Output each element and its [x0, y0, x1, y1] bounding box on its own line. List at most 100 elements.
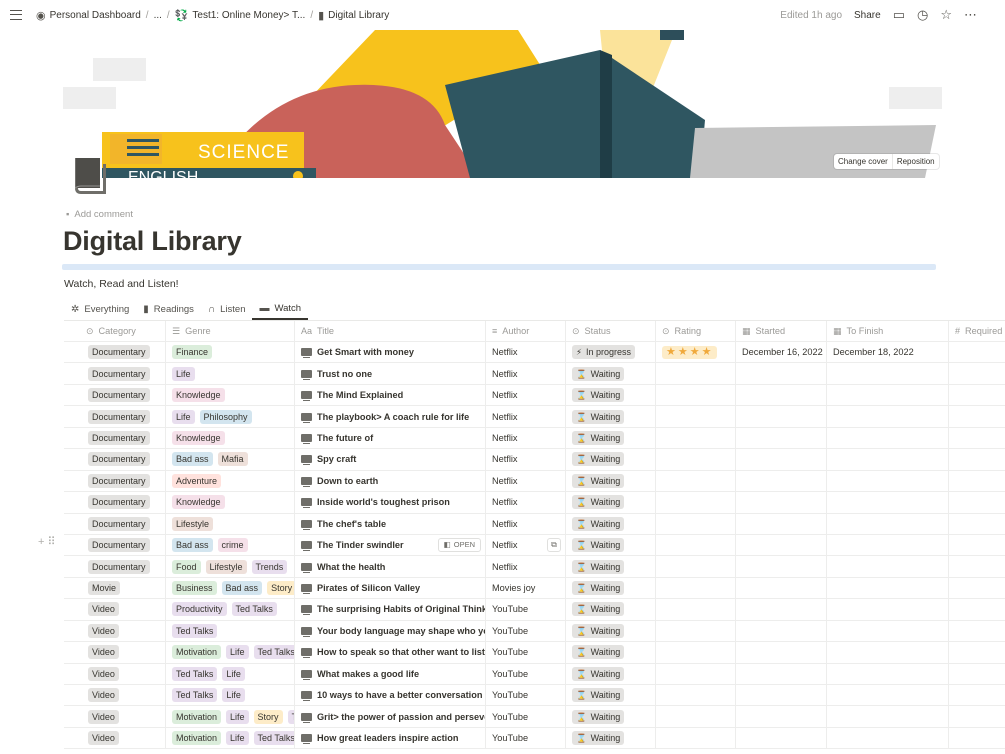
- required-cell[interactable]: [949, 556, 1005, 576]
- title-cell[interactable]: Down to earth: [295, 470, 486, 492]
- rating-cell[interactable]: [656, 663, 736, 684]
- column-header-author[interactable]: ≡ Author: [486, 321, 566, 341]
- status-cell[interactable]: ⌛ Waiting: [566, 556, 656, 577]
- table-row[interactable]: Documentary Knowledge The Mind Explained Ne…: [64, 384, 1005, 407]
- required-cell[interactable]: [949, 492, 1005, 512]
- table-row[interactable]: Documentary Life Philosophy The playbook> A…: [64, 406, 1005, 428]
- title-cell[interactable]: Your body language may shape who you: [295, 620, 486, 642]
- required-cell[interactable]: [949, 406, 1005, 426]
- category-cell[interactable]: Documentary: [64, 384, 166, 406]
- status-cell[interactable]: ⌛ Waiting: [566, 427, 656, 449]
- table-row[interactable]: Documentary Finance Get Smart with money Ne…: [64, 342, 1005, 364]
- required-cell[interactable]: [949, 449, 1005, 469]
- finish-date-cell[interactable]: [827, 577, 949, 599]
- rating-cell[interactable]: [656, 599, 736, 620]
- started-date-cell[interactable]: [736, 642, 827, 663]
- breadcrumb-item-ellipsis[interactable]: ...: [154, 10, 162, 21]
- required-cell[interactable]: [949, 514, 1005, 534]
- finish-date-cell[interactable]: [827, 685, 949, 706]
- category-cell[interactable]: Video: [64, 620, 166, 642]
- finish-date-cell[interactable]: [827, 492, 949, 513]
- finish-date-cell[interactable]: [827, 427, 949, 449]
- genre-cell[interactable]: Ted Talks: [166, 620, 295, 642]
- copy-icon[interactable]: ⧉: [547, 537, 561, 552]
- book-icon[interactable]: [72, 156, 108, 196]
- started-date-cell[interactable]: [736, 492, 827, 513]
- author-cell[interactable]: Netflix: [486, 427, 566, 449]
- title-cell[interactable]: Grit> the power of passion and persevera…: [295, 706, 486, 727]
- tab-listen[interactable]: ∩ Listen: [201, 298, 253, 320]
- rating-cell[interactable]: [656, 727, 736, 749]
- category-cell[interactable]: Documentary: [64, 492, 166, 513]
- started-date-cell[interactable]: [736, 363, 827, 384]
- category-cell[interactable]: Video: [64, 685, 166, 706]
- column-header-started[interactable]: ▦ Started: [736, 321, 827, 341]
- author-cell[interactable]: Netflix: [486, 492, 566, 513]
- column-header-genre[interactable]: ☰ Genre: [166, 321, 295, 341]
- status-cell[interactable]: ⌛ Waiting: [566, 534, 656, 556]
- started-date-cell[interactable]: [736, 727, 827, 749]
- finish-date-cell[interactable]: [827, 642, 949, 663]
- finish-date-cell[interactable]: [827, 449, 949, 470]
- started-date-cell[interactable]: December 16, 2022: [736, 342, 827, 363]
- table-row[interactable]: Documentary Knowledge The future of Netflix…: [64, 427, 1005, 450]
- required-cell[interactable]: [949, 599, 1005, 619]
- table-row[interactable]: Documentary Adventure Down to earth Netflix…: [64, 470, 1005, 493]
- open-button[interactable]: ◧ OPEN: [437, 537, 481, 552]
- breadcrumb-item-dashboard[interactable]: ◉ Personal Dashboard: [36, 9, 141, 22]
- finish-date-cell[interactable]: [827, 513, 949, 534]
- started-date-cell[interactable]: [736, 685, 827, 706]
- started-date-cell[interactable]: [736, 427, 827, 449]
- rating-cell[interactable]: [656, 406, 736, 427]
- genre-cell[interactable]: Motivation Life Ted Talks: [166, 642, 295, 663]
- rating-cell[interactable]: [656, 534, 736, 556]
- category-cell[interactable]: Documentary: [64, 556, 166, 577]
- required-cell[interactable]: [949, 664, 1005, 684]
- table-row[interactable]: Video Ted Talks Life What makes a good life…: [64, 663, 1005, 685]
- category-cell[interactable]: Documentary: [64, 406, 166, 427]
- required-cell[interactable]: [949, 621, 1005, 641]
- started-date-cell[interactable]: [736, 599, 827, 620]
- title-cell[interactable]: What the health: [295, 556, 486, 577]
- finish-date-cell[interactable]: [827, 663, 949, 684]
- genre-cell[interactable]: Lifestyle: [166, 513, 295, 534]
- table-row[interactable]: Video Motivation Life Ted Talks How to speak…: [64, 642, 1005, 664]
- status-cell[interactable]: ⌛ Waiting: [566, 642, 656, 663]
- genre-cell[interactable]: Ted Talks Life: [166, 663, 295, 684]
- rating-cell[interactable]: [656, 556, 736, 577]
- table-row[interactable]: Documentary Lifestyle The chef's table Netf…: [64, 513, 1005, 535]
- genre-cell[interactable]: Bad ass crime: [166, 534, 295, 556]
- reposition-button[interactable]: Reposition: [891, 154, 939, 169]
- add-comment-button[interactable]: ▪ Add comment: [66, 209, 133, 220]
- clock-icon[interactable]: ◷: [917, 7, 928, 23]
- rating-cell[interactable]: [656, 427, 736, 449]
- category-cell[interactable]: Video: [64, 642, 166, 663]
- table-row[interactable]: Movie Business Bad ass Story Pirates of Sili…: [64, 577, 1005, 600]
- table-row[interactable]: Documentary Food Lifestyle Trends What the h…: [64, 556, 1005, 578]
- status-cell[interactable]: ⌛ Waiting: [566, 384, 656, 406]
- category-cell[interactable]: Documentary: [64, 427, 166, 449]
- genre-cell[interactable]: Knowledge: [166, 384, 295, 406]
- finish-date-cell[interactable]: [827, 534, 949, 556]
- rating-cell[interactable]: [656, 685, 736, 706]
- required-cell[interactable]: [949, 642, 1005, 662]
- rating-cell[interactable]: [656, 470, 736, 492]
- rating-cell[interactable]: [656, 706, 736, 727]
- status-cell[interactable]: ⌛ Waiting: [566, 363, 656, 384]
- status-cell[interactable]: ⌛ Waiting: [566, 685, 656, 706]
- genre-cell[interactable]: Motivation Life Ted Talks: [166, 727, 295, 749]
- drag-handle-icon[interactable]: + ⠿: [38, 535, 56, 548]
- started-date-cell[interactable]: [736, 577, 827, 599]
- author-cell[interactable]: Netflix: [486, 513, 566, 534]
- author-cell[interactable]: YouTube: [486, 727, 566, 749]
- author-cell[interactable]: YouTube: [486, 685, 566, 706]
- genre-cell[interactable]: Ted Talks Life: [166, 685, 295, 706]
- rating-cell[interactable]: [656, 384, 736, 406]
- finish-date-cell[interactable]: [827, 599, 949, 620]
- rating-cell[interactable]: [656, 492, 736, 513]
- category-cell[interactable]: Movie: [64, 577, 166, 599]
- genre-cell[interactable]: Bad ass Mafia: [166, 449, 295, 470]
- title-cell[interactable]: The playbook> A coach rule for life: [295, 406, 486, 427]
- required-cell[interactable]: [949, 706, 1005, 726]
- category-cell[interactable]: Documentary: [64, 342, 166, 363]
